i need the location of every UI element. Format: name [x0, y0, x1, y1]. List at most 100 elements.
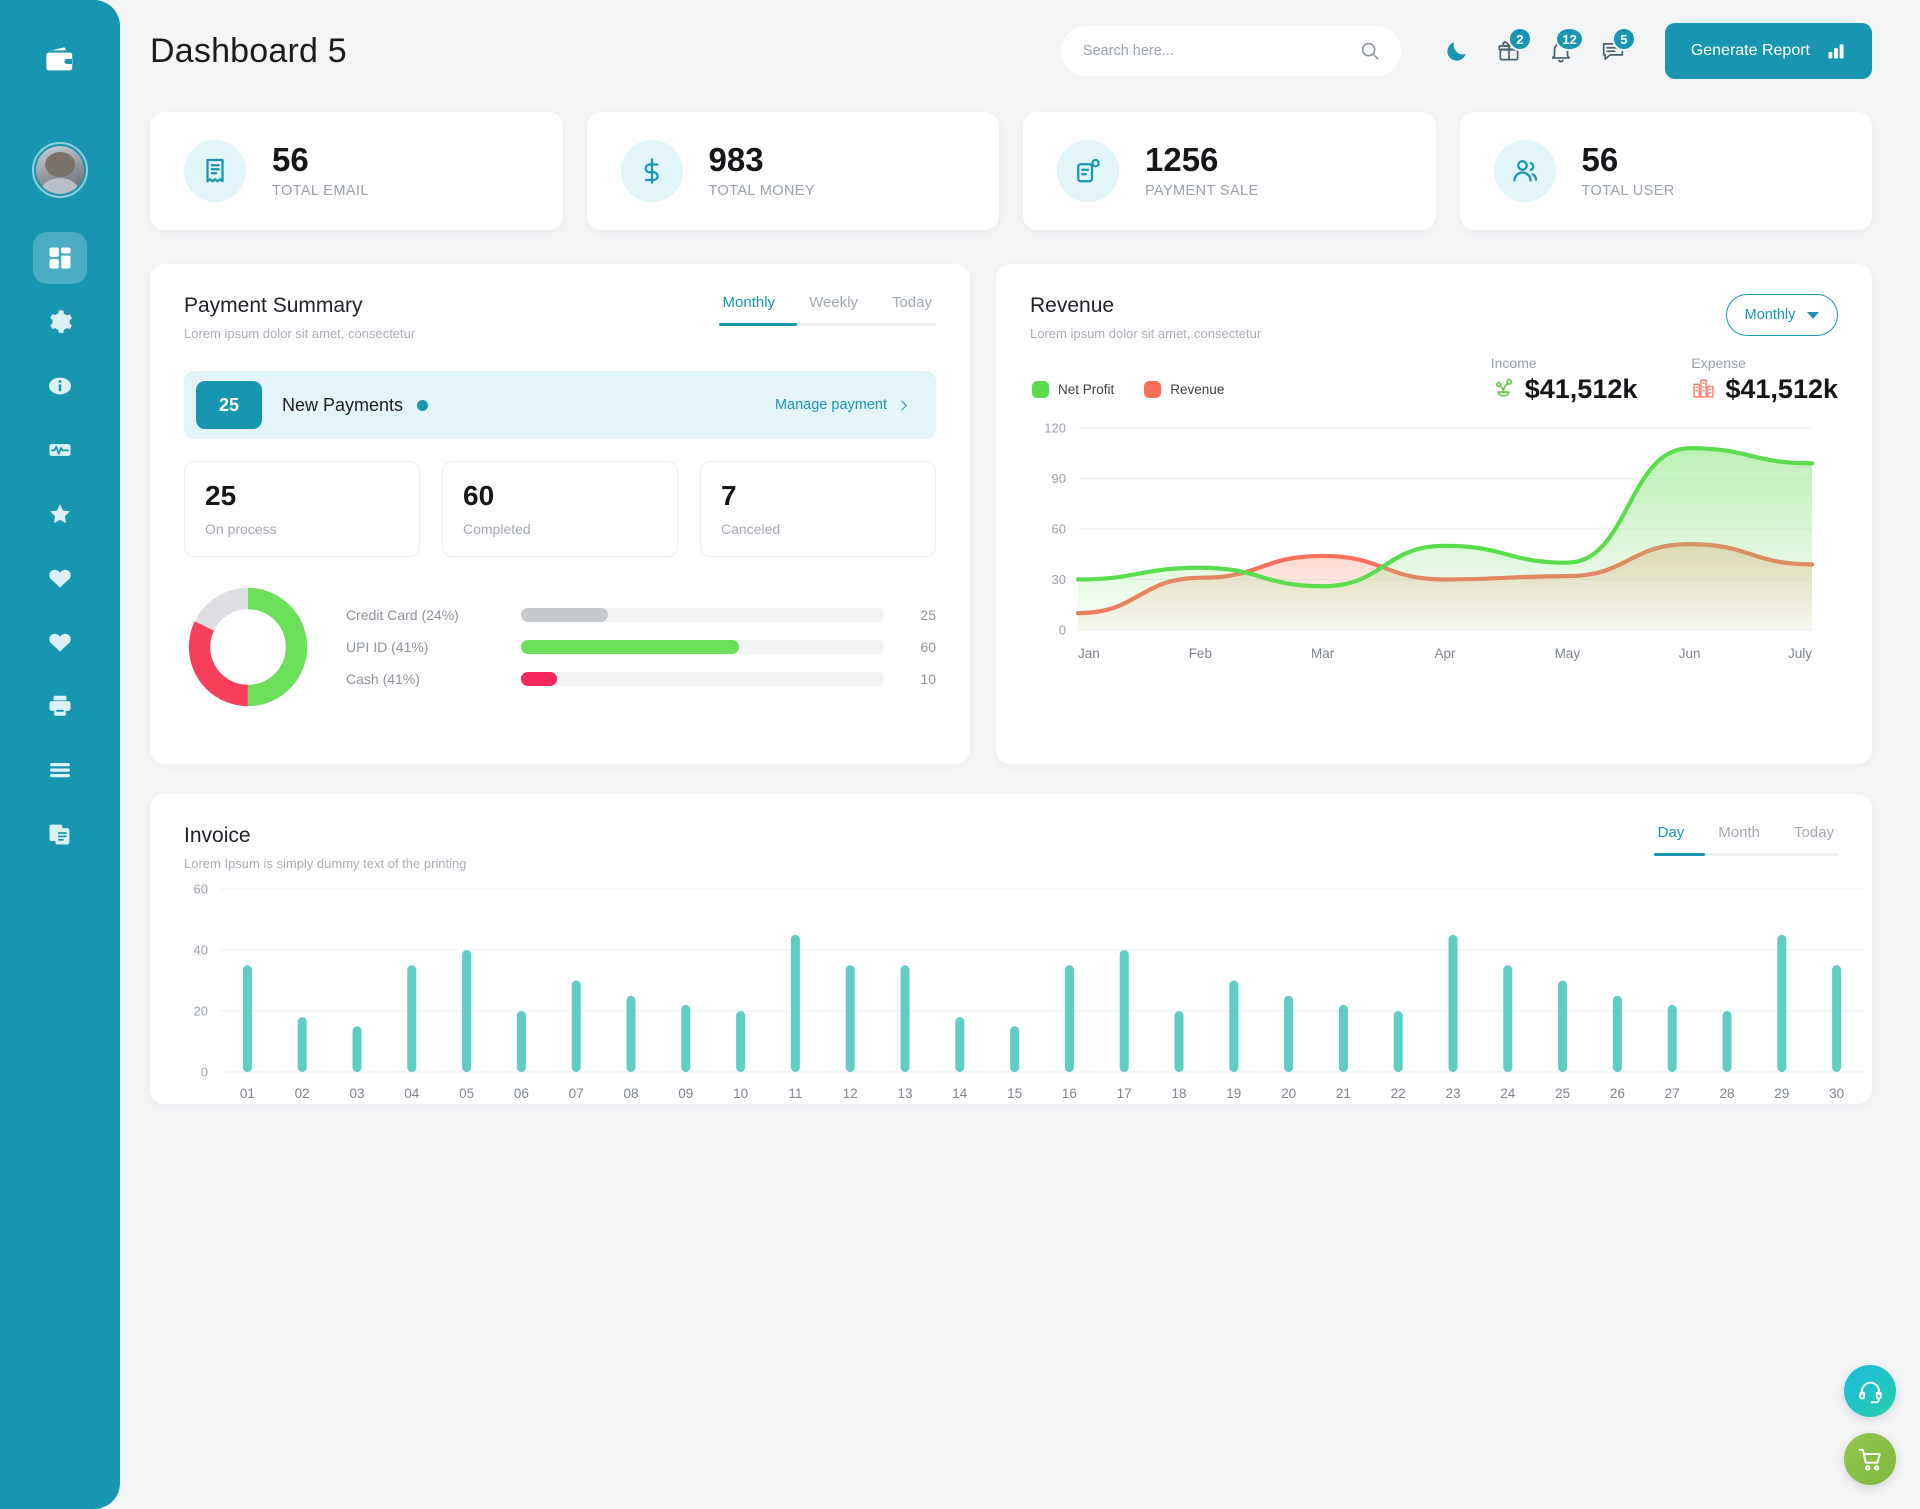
sidebar-item-menu[interactable] — [33, 744, 87, 796]
sidebar-item-favorites[interactable] — [33, 488, 87, 540]
tab-monthly[interactable]: Monthly — [719, 294, 780, 323]
method-progress-track — [521, 640, 884, 654]
support-button[interactable] — [1844, 1365, 1896, 1417]
sidebar-item-saved[interactable] — [33, 616, 87, 668]
new-payments-label: New Payments — [282, 394, 404, 415]
sidebar-item-info[interactable] — [33, 360, 87, 412]
sidebar-item-dashboard[interactable] — [33, 232, 87, 284]
gear-icon — [50, 310, 73, 333]
star-icon — [50, 504, 70, 524]
payment-summary-subtitle: Lorem ipsum dolor sit amet, consectetur — [184, 326, 416, 341]
method-label: UPI ID (41%) — [346, 639, 429, 655]
manage-payment-label: Manage payment — [774, 397, 887, 413]
svg-text:May: May — [1555, 646, 1581, 661]
tab-today[interactable]: Today — [888, 294, 936, 323]
search-icon — [1361, 42, 1379, 60]
svg-text:40: 40 — [194, 943, 208, 958]
topbar-actions: 2 12 5 Generate Report — [1060, 23, 1872, 79]
documents-icon — [49, 824, 70, 845]
generate-report-button[interactable]: Generate Report — [1664, 23, 1872, 79]
sidebar-item-documents[interactable] — [33, 808, 87, 860]
method-value: 60 — [920, 639, 936, 655]
manage-payment-link[interactable]: Manage payment — [775, 397, 910, 413]
status-label: Canceled — [721, 521, 781, 537]
method-progress-track — [521, 608, 884, 622]
svg-text:21: 21 — [1336, 1086, 1351, 1101]
new-payments-bar[interactable]: 25 New Payments Manage payment — [184, 371, 936, 439]
invoice-panel: Invoice Lorem Ipsum is simply dummy text… — [150, 794, 1872, 1104]
sidebar-item-analytics[interactable] — [33, 424, 87, 476]
method-progress-fill — [521, 608, 609, 622]
status-label: Completed — [463, 521, 531, 537]
main-content: Dashboard 5 2 12 5 — [120, 0, 1920, 1509]
money-plant-icon — [1495, 378, 1512, 397]
messages-button[interactable]: 5 — [1587, 25, 1639, 77]
stat-value: 983 — [708, 140, 764, 178]
invoice-chart-wrap: 0 20 40 60 01 02 03 04 05 06 07 08 09 10 11 12 13 14 15 16 1… — [150, 871, 1872, 1111]
svg-text:13: 13 — [897, 1086, 912, 1101]
svg-text:20: 20 — [1281, 1086, 1296, 1101]
revenue-titles: Revenue Lorem ipsum dolor sit amet, cons… — [1030, 294, 1261, 341]
legend-swatch — [1032, 381, 1049, 398]
svg-text:07: 07 — [569, 1086, 584, 1101]
svg-text:July: July — [1788, 646, 1812, 661]
svg-text:03: 03 — [349, 1086, 364, 1101]
svg-text:08: 08 — [623, 1086, 638, 1101]
stat-icon-wrap — [620, 140, 683, 202]
stat-card-payment-sale[interactable]: 1256 PAYMENT SALE — [1023, 112, 1436, 230]
status-card-on-process[interactable]: 25 On process — [184, 461, 420, 557]
expense-metric: Expense $41,512k — [1691, 355, 1838, 405]
svg-text:04: 04 — [404, 1086, 420, 1101]
avatar[interactable] — [32, 142, 88, 198]
sidebar-item-likes[interactable] — [33, 552, 87, 604]
stat-text: 1256 PAYMENT SALE — [1145, 140, 1259, 199]
svg-text:17: 17 — [1117, 1086, 1132, 1101]
notifications-button[interactable]: 12 — [1535, 25, 1587, 77]
printer-icon — [49, 695, 71, 716]
svg-text:28: 28 — [1719, 1086, 1734, 1101]
invoice-bar-chart: 0 20 40 60 01 02 03 04 05 06 07 08 09 10 11 12 13 14 15 16 1… — [194, 882, 1864, 1101]
search-input[interactable] — [1082, 43, 1359, 59]
brand-logo[interactable] — [29, 28, 91, 90]
sidebar-item-print[interactable] — [33, 680, 87, 732]
status-card-canceled[interactable]: 7 Canceled — [700, 461, 936, 557]
search-button[interactable] — [1359, 40, 1381, 62]
invoice-tabs: Day Month Today — [1653, 824, 1838, 856]
grid-icon — [49, 247, 71, 269]
sidebar-nav — [33, 232, 87, 860]
cart-button[interactable] — [1844, 1433, 1896, 1485]
info-icon — [49, 377, 71, 395]
revenue-chart-wrap: 0 30 60 90 120 Jan Feb Mar Apr May Jun July — [996, 398, 1872, 671]
stat-value: 1256 — [1145, 140, 1219, 178]
messages-badge: 5 — [1611, 27, 1636, 51]
revenue-period-select[interactable]: Monthly — [1726, 294, 1838, 336]
svg-text:19: 19 — [1226, 1086, 1241, 1101]
pulse-icon — [49, 444, 71, 456]
income-value: $41,512k — [1524, 374, 1638, 404]
status-card-completed[interactable]: 60 Completed — [442, 461, 678, 557]
status-dot — [417, 399, 429, 411]
stat-card-total-user[interactable]: 56 TOTAL USER — [1459, 112, 1872, 230]
method-row-upi-id: UPI ID (41%) 60 — [346, 639, 936, 655]
chevron-right-icon — [901, 400, 907, 410]
svg-text:16: 16 — [1062, 1086, 1077, 1101]
expense-value-row: $41,512k — [1691, 374, 1838, 405]
svg-text:27: 27 — [1665, 1086, 1680, 1101]
payment-summary-header: Payment Summary Lorem ipsum dolor sit am… — [150, 264, 970, 341]
svg-text:05: 05 — [459, 1086, 474, 1101]
tab-month[interactable]: Month — [1714, 824, 1764, 853]
search-box[interactable] — [1060, 26, 1401, 76]
legend-swatch — [1144, 381, 1162, 398]
stat-card-total-email[interactable]: 56 TOTAL EMAIL — [150, 112, 563, 230]
stat-value: 56 — [272, 140, 309, 178]
payment-status-cards: 25 On process 60 Completed 7 Canceled — [150, 439, 970, 557]
gifts-button[interactable]: 2 — [1483, 25, 1535, 77]
moon-icon — [1447, 42, 1466, 61]
tab-day[interactable]: Day — [1654, 824, 1689, 853]
dark-mode-toggle[interactable] — [1431, 25, 1483, 77]
stat-card-total-money[interactable]: 983 TOTAL MONEY — [586, 112, 999, 230]
stat-label: TOTAL EMAIL — [272, 183, 369, 200]
tab-today[interactable]: Today — [1790, 824, 1838, 853]
tab-weekly[interactable]: Weekly — [805, 294, 862, 323]
sidebar-item-settings[interactable] — [33, 296, 87, 348]
